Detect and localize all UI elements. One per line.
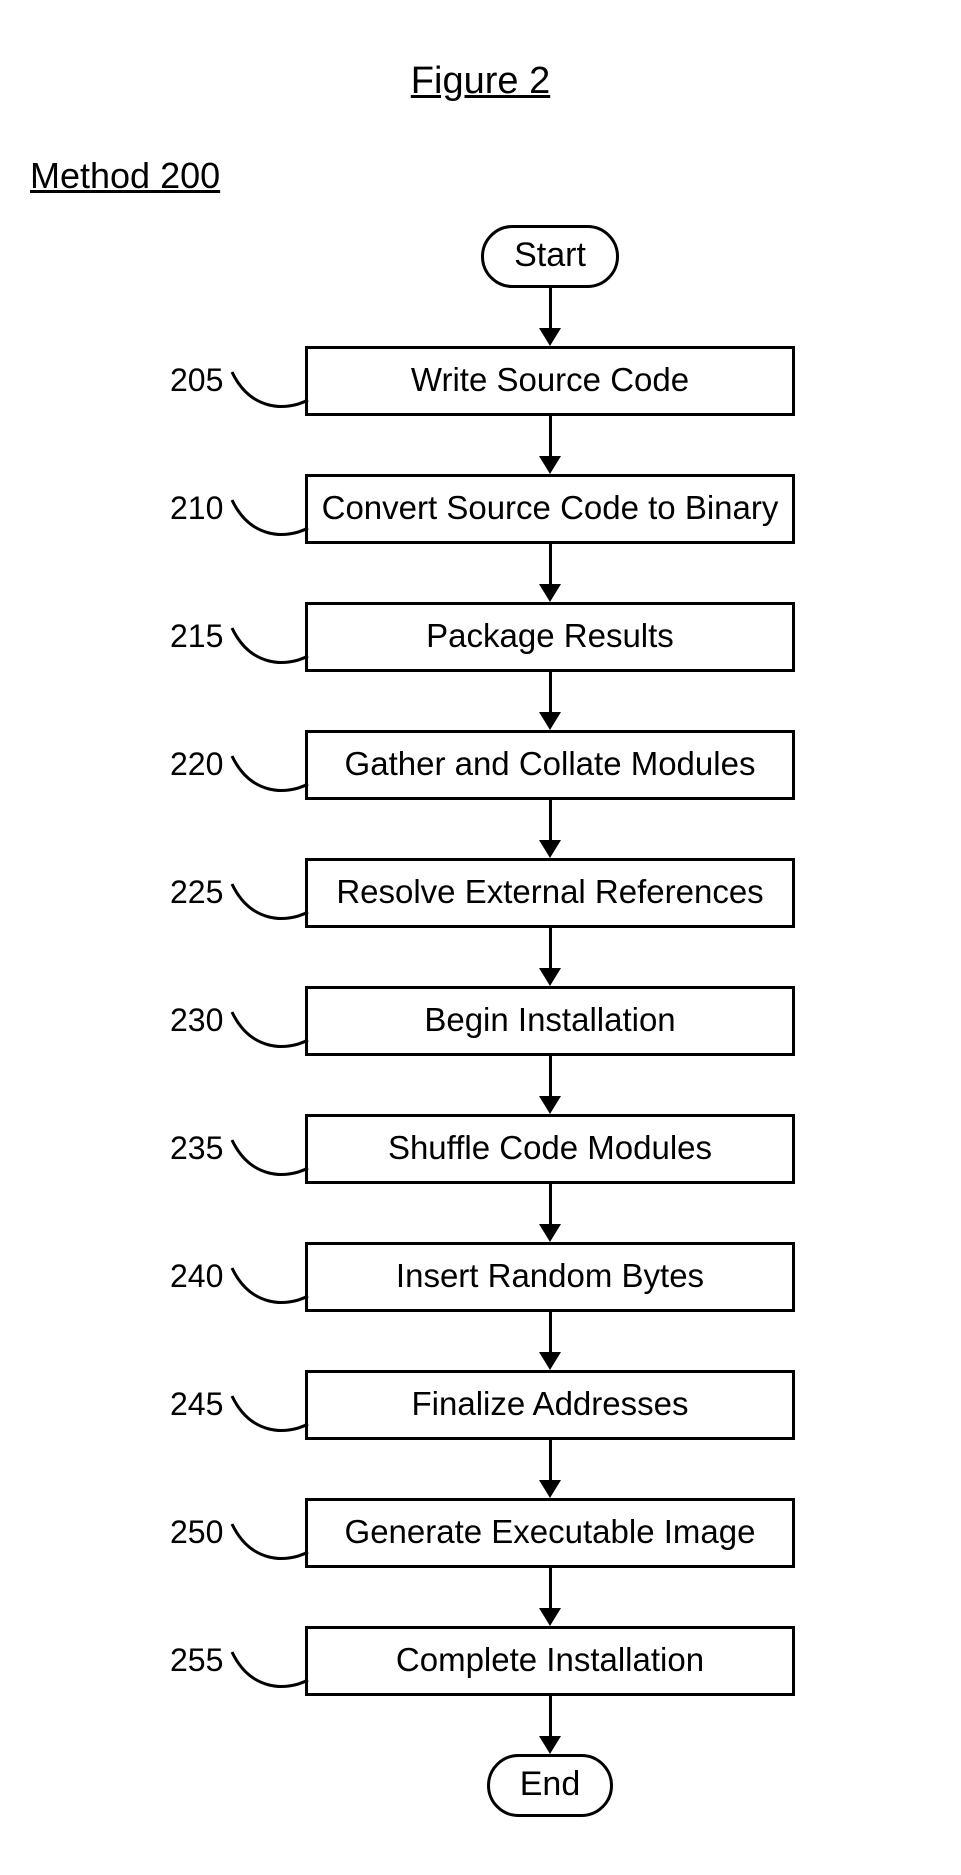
- start-terminator: Start: [481, 225, 619, 288]
- arrow-icon: [539, 288, 561, 346]
- leader-line-icon: [230, 498, 310, 544]
- ref-245: 245: [170, 1386, 223, 1423]
- flowchart-page: Figure 2 Method 200 Start Write Source C…: [0, 0, 961, 1875]
- ref-215: 215: [170, 618, 223, 655]
- arrow-icon: [539, 544, 561, 602]
- ref-250: 250: [170, 1514, 223, 1551]
- step-210: Convert Source Code to Binary: [305, 474, 795, 544]
- arrow-icon: [539, 672, 561, 730]
- arrow-icon: [539, 1696, 561, 1754]
- leader-line-icon: [230, 626, 310, 672]
- ref-225: 225: [170, 874, 223, 911]
- leader-line-icon: [230, 1010, 310, 1056]
- ref-255: 255: [170, 1642, 223, 1679]
- step-255: Complete Installation: [305, 1626, 795, 1696]
- arrow-icon: [539, 1568, 561, 1626]
- arrow-icon: [539, 1056, 561, 1114]
- step-245: Finalize Addresses: [305, 1370, 795, 1440]
- leader-line-icon: [230, 370, 310, 416]
- step-205: Write Source Code: [305, 346, 795, 416]
- leader-line-icon: [230, 1266, 310, 1312]
- step-215: Package Results: [305, 602, 795, 672]
- step-225: Resolve External References: [305, 858, 795, 928]
- step-250: Generate Executable Image: [305, 1498, 795, 1568]
- leader-line-icon: [230, 1394, 310, 1440]
- step-220: Gather and Collate Modules: [305, 730, 795, 800]
- leader-line-icon: [230, 882, 310, 928]
- arrow-icon: [539, 1184, 561, 1242]
- figure-title: Figure 2: [0, 60, 961, 103]
- leader-line-icon: [230, 754, 310, 800]
- arrow-icon: [539, 1440, 561, 1498]
- ref-210: 210: [170, 490, 223, 527]
- ref-235: 235: [170, 1130, 223, 1167]
- flowchart-column: Start Write Source Code Convert Source C…: [305, 225, 795, 1817]
- leader-line-icon: [230, 1650, 310, 1696]
- method-title: Method 200: [30, 155, 220, 197]
- arrow-icon: [539, 416, 561, 474]
- arrow-icon: [539, 1312, 561, 1370]
- step-230: Begin Installation: [305, 986, 795, 1056]
- ref-230: 230: [170, 1002, 223, 1039]
- step-240: Insert Random Bytes: [305, 1242, 795, 1312]
- arrow-icon: [539, 800, 561, 858]
- leader-line-icon: [230, 1522, 310, 1568]
- end-terminator: End: [487, 1754, 614, 1817]
- leader-line-icon: [230, 1138, 310, 1184]
- ref-240: 240: [170, 1258, 223, 1295]
- ref-205: 205: [170, 362, 223, 399]
- step-235: Shuffle Code Modules: [305, 1114, 795, 1184]
- arrow-icon: [539, 928, 561, 986]
- ref-220: 220: [170, 746, 223, 783]
